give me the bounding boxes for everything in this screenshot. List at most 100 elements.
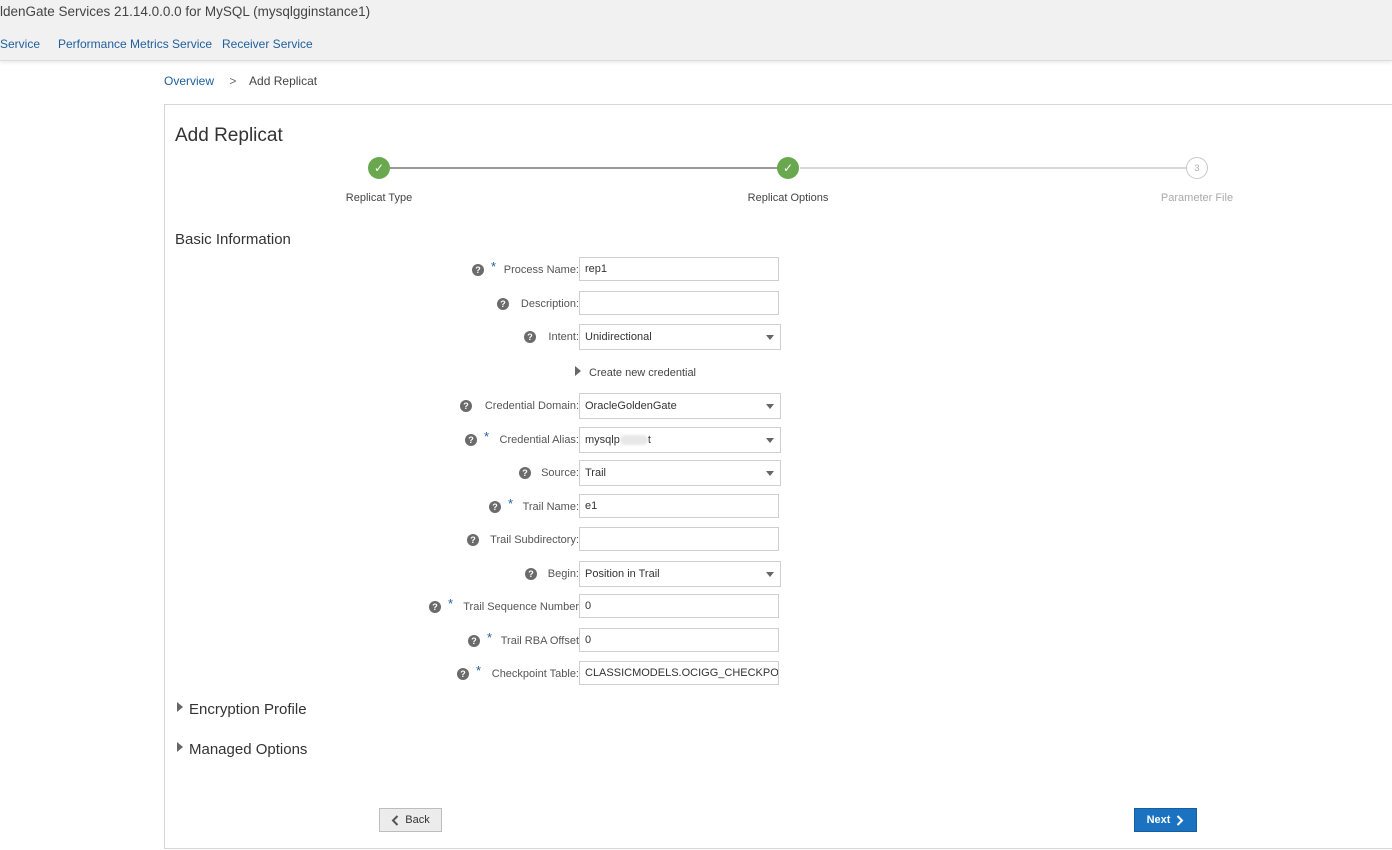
chevron-down-icon <box>766 471 774 476</box>
source-select-value: Trail <box>585 467 606 479</box>
process-name-input[interactable]: rep1 <box>579 257 779 281</box>
source-row: ? Source: Trail <box>165 460 1392 486</box>
source-select[interactable]: Trail <box>579 460 781 486</box>
step-connector-done <box>390 167 790 169</box>
begin-row: ? Begin: Position in Trail <box>165 561 1392 587</box>
create-new-credential-toggle[interactable]: Create new credential <box>575 366 696 379</box>
source-label: Source: <box>541 467 579 479</box>
trail-sequence-number-label: Trail Sequence Number <box>463 601 579 613</box>
credential-alias-row: ? * Credential Alias: mysqlp t <box>165 427 1392 453</box>
credential-alias-help-icon[interactable]: ? <box>465 434 477 446</box>
credential-domain-help-icon[interactable]: ? <box>460 400 472 412</box>
encryption-profile-label: Encryption Profile <box>189 701 307 718</box>
intent-select-value: Unidirectional <box>585 331 652 343</box>
step-label-replicat-type: Replicat Type <box>345 192 413 204</box>
chevron-down-icon <box>766 572 774 577</box>
credential-alias-value-prefix: mysqlp <box>585 434 620 446</box>
intent-row: ? Intent: Unidirectional <box>165 324 1392 350</box>
trail-name-row: ? * Trail Name: e1 <box>165 494 1392 520</box>
credential-alias-label: Credential Alias: <box>499 434 580 446</box>
required-asterisk: * <box>491 259 497 274</box>
nav-link-service[interactable]: Service <box>0 37 40 51</box>
begin-select-value: Position in Trail <box>585 568 660 580</box>
chevron-down-icon <box>766 335 774 340</box>
credential-alias-select[interactable]: mysqlp t <box>579 427 781 453</box>
trail-subdirectory-row: ? Trail Subdirectory: <box>165 527 1392 553</box>
back-button-label: Back <box>405 814 430 826</box>
trail-name-input[interactable]: e1 <box>579 494 779 518</box>
trail-rba-offset-input[interactable]: 0 <box>579 628 779 652</box>
description-help-icon[interactable]: ? <box>497 298 509 310</box>
process-name-row: ? * Process Name: rep1 <box>165 257 1392 283</box>
credential-alias-value-suffix: t <box>647 434 651 446</box>
page-title: Add Replicat <box>175 125 283 146</box>
create-new-credential-label: Create new credential <box>589 367 697 379</box>
required-asterisk: * <box>448 596 454 611</box>
required-asterisk: * <box>476 663 482 678</box>
checkpoint-table-help-icon[interactable]: ? <box>457 668 469 680</box>
step-connector-pending <box>800 167 1186 169</box>
breadcrumb: Overview > Add Replicat <box>164 74 317 88</box>
top-header: ldenGate Services 21.14.0.0.0 for MySQL … <box>0 0 1392 61</box>
managed-options-label: Managed Options <box>189 741 308 758</box>
credential-domain-select[interactable]: OracleGoldenGate <box>579 393 781 419</box>
breadcrumb-separator: > <box>229 74 237 88</box>
description-input[interactable] <box>579 291 779 315</box>
step-label-replicat-options: Replicat Options <box>747 192 829 204</box>
trail-sequence-number-input[interactable]: 0 <box>579 594 779 618</box>
intent-help-icon[interactable]: ? <box>524 331 536 343</box>
intent-label: Intent: <box>548 331 579 343</box>
step-2-check-icon: ✓ <box>777 157 799 179</box>
intent-select[interactable]: Unidirectional <box>579 324 781 350</box>
credential-domain-label: Credential Domain: <box>484 400 579 412</box>
begin-help-icon[interactable]: ? <box>525 568 537 580</box>
credential-domain-row: ? Credential Domain: OracleGoldenGate <box>165 393 1392 419</box>
checkpoint-table-label: Checkpoint Table: <box>491 668 579 680</box>
next-button[interactable]: Next <box>1134 808 1197 832</box>
step-1-check-icon: ✓ <box>368 157 390 179</box>
next-button-label: Next <box>1146 814 1171 826</box>
nav-link-performance-metrics-service[interactable]: Performance Metrics Service <box>58 37 212 51</box>
trail-name-label: Trail Name: <box>522 501 579 513</box>
step-label-parameter-file: Parameter File <box>1160 192 1234 204</box>
nav-link-receiver-service[interactable]: Receiver Service <box>222 37 313 51</box>
checkpoint-table-row: ? * Checkpoint Table: CLASSICMODELS.OCIG… <box>165 661 1392 687</box>
app-title: ldenGate Services 21.14.0.0.0 for MySQL … <box>0 4 371 19</box>
step-3-number: 3 <box>1186 157 1208 179</box>
checkpoint-table-input[interactable]: CLASSICMODELS.OCIGG_CHECKPOINT <box>579 661 779 685</box>
expand-arrow-icon <box>177 702 183 712</box>
process-name-help-icon[interactable]: ? <box>472 264 484 276</box>
required-asterisk: * <box>484 429 490 444</box>
required-asterisk: * <box>508 496 514 511</box>
trail-subdirectory-input[interactable] <box>579 527 779 551</box>
back-button[interactable]: Back <box>379 808 442 832</box>
trail-subdirectory-help-icon[interactable]: ? <box>467 534 479 546</box>
trail-rba-offset-label: Trail RBA Offset <box>500 635 579 647</box>
breadcrumb-current: Add Replicat <box>249 74 318 88</box>
trail-subdirectory-label: Trail Subdirectory: <box>490 534 579 546</box>
trail-rba-offset-help-icon[interactable]: ? <box>468 635 480 647</box>
begin-label: Begin: <box>547 568 579 580</box>
description-label: Description: <box>520 298 579 310</box>
chevron-down-icon <box>766 438 774 443</box>
trail-name-help-icon[interactable]: ? <box>489 501 501 513</box>
required-asterisk: * <box>487 630 493 645</box>
breadcrumb-overview-link[interactable]: Overview <box>164 74 214 88</box>
add-replicat-panel: Add Replicat ✓ ✓ 3 Replicat Type Replica… <box>164 104 1392 849</box>
trail-rba-offset-row: ? * Trail RBA Offset 0 <box>165 628 1392 654</box>
description-row: ? Description: <box>165 291 1392 317</box>
encryption-profile-section-toggle[interactable]: Encryption Profile <box>177 701 307 718</box>
begin-select[interactable]: Position in Trail <box>579 561 781 587</box>
managed-options-section-toggle[interactable]: Managed Options <box>177 741 307 758</box>
trail-sequence-number-row: ? * Trail Sequence Number 0 <box>165 594 1392 620</box>
basic-information-heading: Basic Information <box>175 231 291 248</box>
process-name-label: Process Name: <box>503 264 579 276</box>
chevron-left-icon <box>391 814 399 826</box>
redacted-text <box>619 435 648 446</box>
chevron-right-icon <box>1177 814 1184 826</box>
source-help-icon[interactable]: ? <box>519 467 531 479</box>
credential-domain-select-value: OracleGoldenGate <box>585 400 677 412</box>
expand-arrow-icon <box>575 366 581 376</box>
expand-arrow-icon <box>177 742 183 752</box>
trail-sequence-number-help-icon[interactable]: ? <box>429 601 441 613</box>
